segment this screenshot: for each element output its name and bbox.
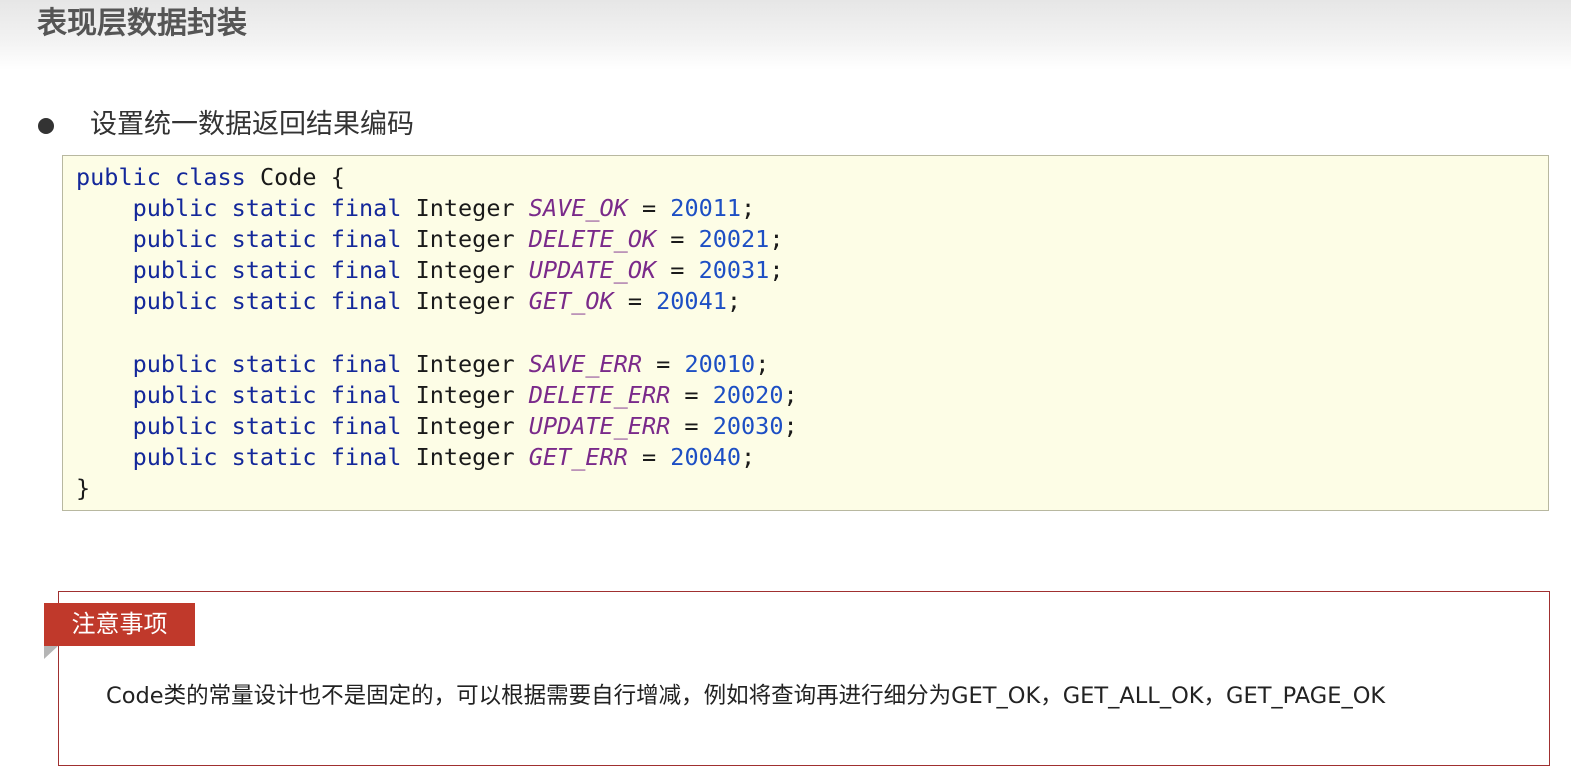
note-box [58,591,1550,766]
type-name: Integer [415,411,515,440]
constant-value: 20031 [698,256,770,285]
constant-name: SAVE_OK [528,194,628,223]
type-name: Integer [415,287,515,316]
note-tag-fold [44,646,58,659]
constant-name: GET_ERR [528,442,628,471]
constant-value: 20021 [698,225,770,254]
constant-value: 20030 [712,411,784,440]
code-keyword: public [132,349,218,378]
constant-line: public static final Integer GET_OK = 200… [132,287,742,316]
constant-value: 20020 [712,380,784,409]
constant-name: UPDATE_OK [528,256,657,285]
constant-line: public static final Integer UPDATE_OK = … [132,256,784,285]
code-brace-open: { [316,163,345,191]
code-keyword: public [132,287,218,316]
slide-header: 表现层数据封装 [0,0,1571,70]
code-keyword: final [330,225,402,254]
type-name: Integer [415,442,515,471]
code-keyword: static [231,256,317,285]
type-name: Integer [415,256,515,285]
code-brace-close: } [76,473,91,502]
constant-name: UPDATE_ERR [528,411,671,440]
type-name: Integer [415,380,515,409]
page-title: 表现层数据封装 [37,6,247,41]
code-keyword: final [330,194,402,223]
constant-name: DELETE_OK [528,225,657,254]
note-text: Code类的常量设计也不是固定的，可以根据需要自行增减，例如将查询再进行细分为G… [106,683,1386,709]
code-text: public class Code { public static final … [76,162,798,504]
constant-line: public static final Integer SAVE_OK = 20… [132,194,756,223]
code-block: public class Code { public static final … [62,155,1549,511]
constant-line: public static final Integer DELETE_OK = … [132,225,784,254]
constant-line: public static final Integer SAVE_ERR = 2… [132,349,770,378]
constant-line: public static final Integer GET_ERR = 20… [132,442,756,471]
constant-name: DELETE_ERR [528,380,671,409]
code-keyword: public [76,163,161,191]
code-keyword: final [330,287,402,316]
class-close-line: } [76,473,798,504]
constant-value: 20040 [670,442,742,471]
code-keyword: public [132,411,218,440]
note-tag: 注意事项 [44,603,195,646]
constant-value: 20041 [656,287,727,316]
bullet-text: 设置统一数据返回结果编码 [90,109,414,140]
code-keyword: final [330,380,402,409]
type-name: Integer [415,194,515,223]
constant-line: public static final Integer DELETE_ERR =… [132,380,798,409]
constant-name: GET_OK [528,287,614,316]
code-keyword: static [231,225,317,254]
code-keyword: static [231,442,317,471]
constant-line: public static final Integer UPDATE_ERR =… [132,411,798,440]
code-keyword: public [132,194,218,223]
type-name: Integer [415,349,515,378]
code-keyword: public [132,442,218,471]
code-keyword: public [132,380,218,409]
code-keyword: public [132,256,218,285]
constant-value: 20010 [684,349,756,378]
class-declaration-line: public class Code { [76,162,798,193]
code-keyword: final [330,256,402,285]
class-name: Code [259,163,317,191]
code-keyword: public [132,225,218,254]
code-keyword: static [231,194,317,223]
code-keyword: final [330,411,402,440]
bullet-icon [38,118,54,134]
code-keyword: static [231,349,317,378]
type-name: Integer [415,225,515,254]
code-keyword: final [330,349,402,378]
code-keyword: static [231,411,317,440]
constant-value: 20011 [670,194,742,223]
constant-name: SAVE_ERR [528,349,642,378]
code-keyword: static [231,287,317,316]
code-keyword: class [175,163,246,191]
code-keyword: static [231,380,317,409]
code-keyword: final [330,442,402,471]
